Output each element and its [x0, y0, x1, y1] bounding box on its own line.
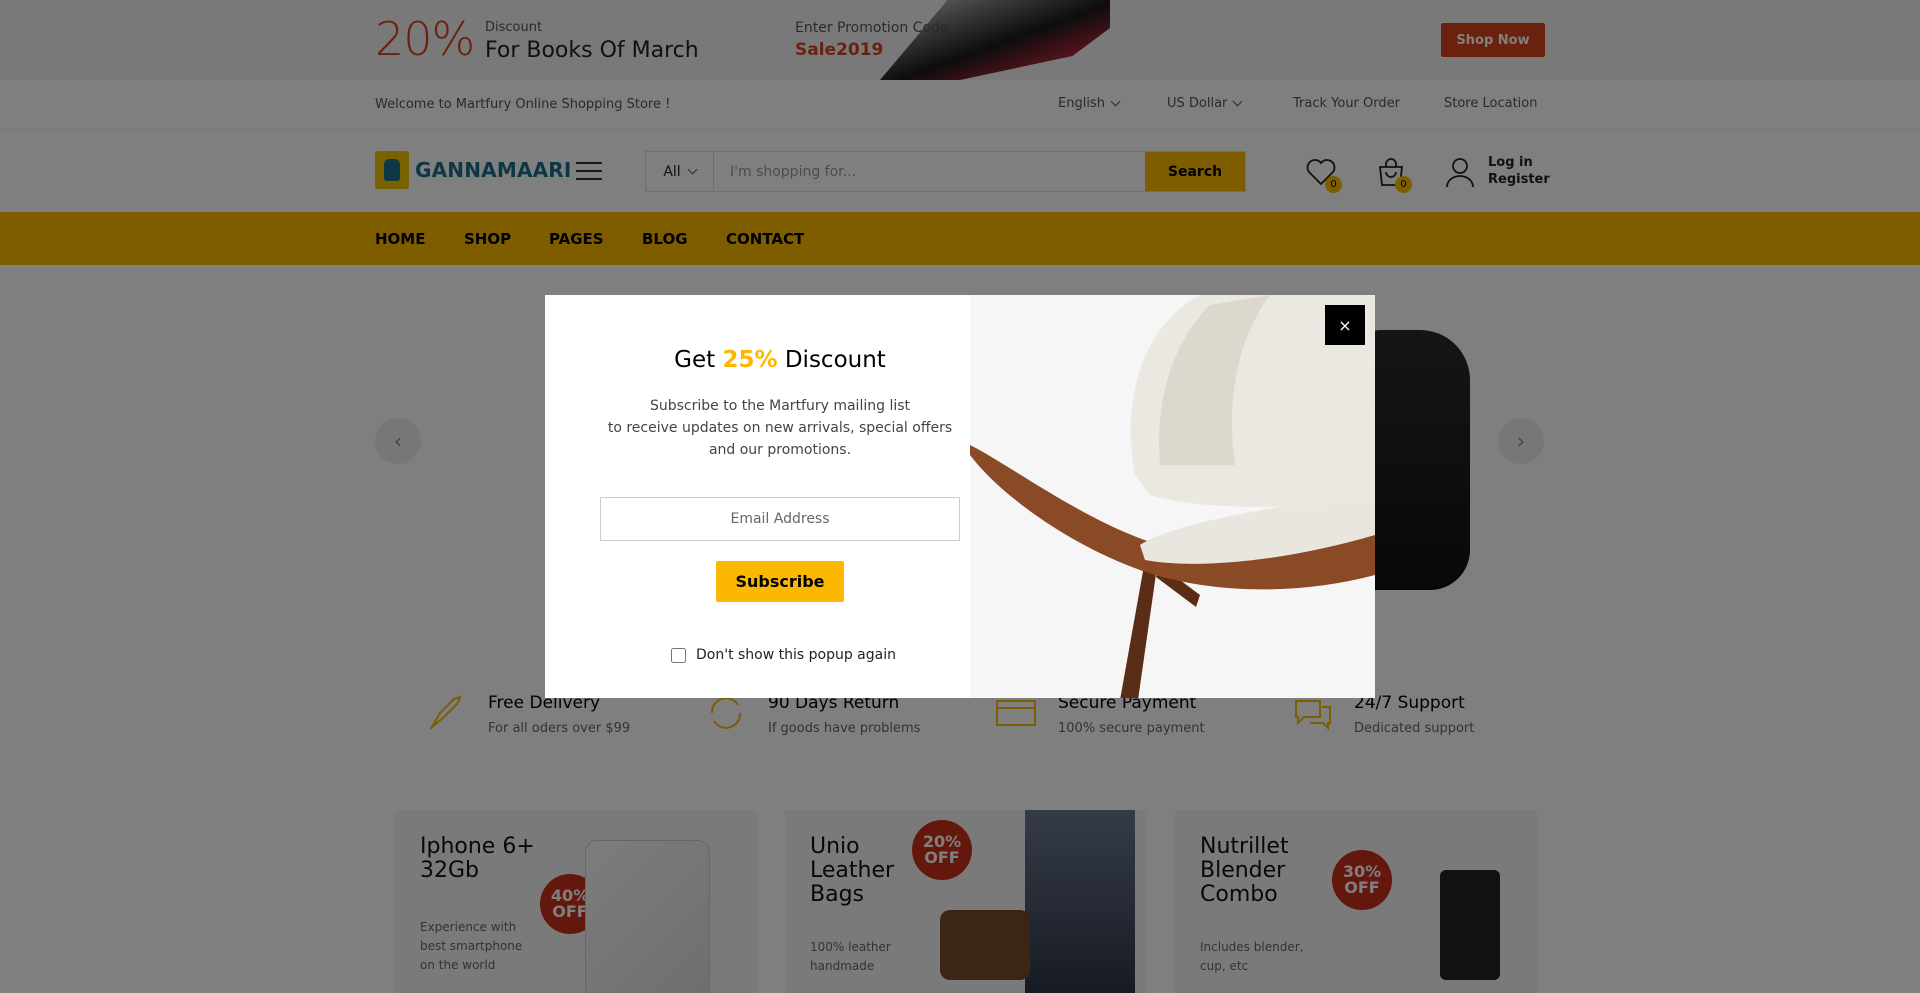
popup-description: Subscribe to the Martfury mailing list t… — [607, 398, 953, 458]
dont-show-label: Don't show this popup again — [696, 647, 896, 663]
subscribe-button[interactable]: Subscribe — [716, 561, 844, 602]
email-field[interactable] — [600, 497, 960, 541]
dont-show-checkbox[interactable] — [671, 647, 686, 663]
chair-image — [970, 295, 1375, 698]
popup-heading: Get 25% Discount — [674, 347, 886, 373]
dont-show-again[interactable]: Don't show this popup again — [671, 647, 896, 663]
newsletter-popup: Get 25% Discount Subscribe to the Martfu… — [545, 295, 1375, 698]
chair-illustration — [970, 295, 1375, 698]
popup-discount-value: 25% — [722, 347, 778, 373]
close-button[interactable]: × — [1325, 305, 1365, 345]
